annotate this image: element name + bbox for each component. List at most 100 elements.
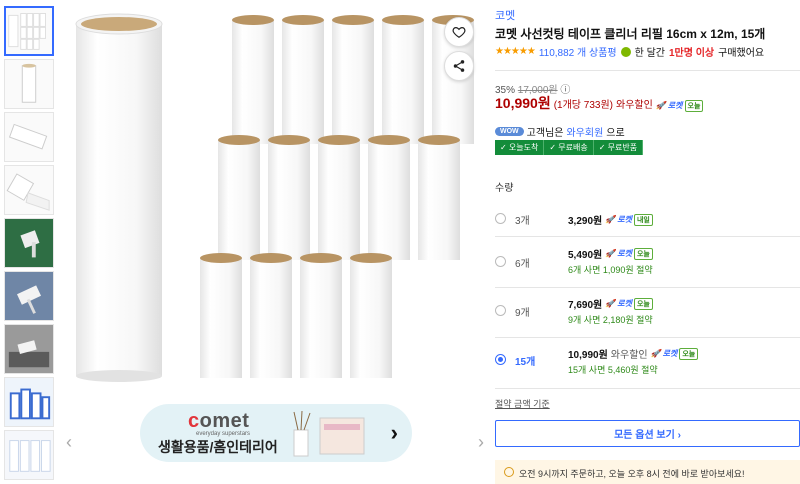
benefit-badges: ✓ 오늘도착 ✓ 무료배송 ✓ 무료반품 — [495, 140, 644, 155]
thumb-peeled-sheet[interactable] — [4, 165, 54, 215]
option-savings: 9개 사면 2,180원 절약 — [568, 315, 653, 325]
option-name: 9개 — [515, 308, 530, 319]
rocket-label: 로켓 — [662, 349, 678, 358]
option-name: 3개 — [515, 216, 530, 227]
thumb-rolls-row[interactable] — [4, 430, 54, 480]
brand-link[interactable]: 코멧 — [495, 7, 515, 23]
banner-category: 생활용품/홈인테리어 — [158, 439, 278, 455]
benefit-free-shipping: ✓ 무료배송 — [544, 140, 594, 155]
buy-count: 1만명 이상 — [668, 48, 715, 59]
wow-text-suffix: 으로 — [606, 128, 625, 139]
wow-sale-label: 와우할인 — [616, 100, 653, 111]
review-count-link[interactable]: 110,882 개 상품평 — [539, 44, 617, 59]
rocket-icon: 🚀 — [655, 101, 666, 110]
rocket-icon: 🚀 — [605, 215, 616, 224]
delivery-text: 오전 9시까지 주문하고, 오늘 오후 8시 전에 바로 받아보세요! — [519, 469, 745, 479]
wow-member-row: WOW 고객님은 와우회원 으로 — [495, 124, 625, 139]
star-rating: ★★★★★ — [495, 46, 536, 57]
rocket-day: 오늘 — [633, 247, 653, 260]
rocket-label: 로켓 — [617, 249, 632, 258]
banner-chevron-icon: › — [390, 420, 398, 445]
option-radio[interactable] — [495, 305, 506, 316]
option-name: 6개 — [515, 259, 530, 270]
option-9[interactable]: 9개 7,690원 🚀 로켓 오늘 9개 사면 2,180원 절약 — [495, 294, 800, 334]
main-product-image — [60, 0, 480, 390]
rocket-icon: 🚀 — [605, 249, 616, 258]
option-price-row: 10,990원 와우할인 🚀 로켓 오늘 — [568, 346, 699, 361]
rating-row: ★★★★★ 110,882 개 상품평 한 달간 1만명 이상 구매했어요 — [495, 44, 764, 59]
option-savings: 6개 사면 1,090원 절약 — [568, 265, 653, 275]
option-price-row: 3,290원 🚀 로켓 내일 — [568, 212, 653, 227]
option-radio-selected[interactable] — [495, 354, 506, 365]
banner-brand: comet — [188, 410, 250, 432]
view-all-options-button[interactable]: 모든 옵션 보기 › — [495, 420, 800, 447]
rocket-icon: 🚀 — [605, 299, 616, 308]
wishlist-heart-button[interactable] — [444, 17, 474, 47]
option-6[interactable]: 6개 5,490원 🚀 로켓 오늘 6개 사면 1,090원 절약 — [495, 244, 800, 284]
buy-prefix: 한 달간 — [634, 48, 665, 59]
divider — [495, 388, 800, 389]
divider — [495, 70, 800, 71]
clock-icon — [504, 467, 514, 477]
share-button[interactable] — [444, 51, 474, 81]
wow-member-link[interactable]: 와우회원 — [566, 124, 603, 139]
buy-suffix: 구매했어요 — [718, 48, 765, 59]
option-price: 5,490원 — [568, 250, 603, 261]
thumb-blue-pack[interactable] — [4, 377, 54, 427]
option-price: 3,290원 — [568, 216, 603, 227]
option-price-row: 7,690원 🚀 로켓 오늘 — [568, 296, 653, 311]
thumbnail-list — [4, 6, 56, 483]
rocket-day: 오늘 — [633, 297, 653, 310]
benefit-today-arrival: ✓ 오늘도착 — [495, 140, 545, 155]
divider — [495, 337, 800, 338]
rocket-badge: 🚀 로켓 오늘 — [655, 99, 704, 112]
option-wow-sale: 와우할인 — [610, 350, 648, 361]
rocket-label: 로켓 — [617, 215, 632, 224]
wow-badge: WOW — [495, 127, 524, 136]
rocket-badge: 🚀 로켓 오늘 — [605, 297, 653, 310]
rocket-day: 오늘 — [679, 347, 699, 360]
thumb-roll-side[interactable] — [4, 112, 54, 162]
purchase-badge-icon — [620, 46, 631, 57]
lint-roller-refills-illustration — [75, 13, 474, 382]
brand-banner[interactable]: comet everyday superstars 생활용품/홈인테리어 › — [140, 404, 412, 462]
thumb-green-fabric[interactable] — [4, 218, 54, 268]
quantity-label: 수량 — [495, 183, 514, 194]
thumb-fabric-cleaning[interactable] — [4, 271, 54, 321]
sale-price: 10,990원 — [495, 95, 551, 111]
heart-icon — [452, 27, 466, 38]
rocket-day: 오늘 — [684, 99, 704, 112]
savings-criteria-link[interactable]: 절약 금액 기준 — [495, 397, 550, 410]
banner-products-image — [293, 410, 365, 457]
product-title: 코멧 사선컷팅 테이프 클리너 리필 16cm x 12m, 15개 — [495, 27, 766, 41]
price-row: 10,990원 (1개당 733원) 와우할인 🚀 로켓 오늘 — [495, 93, 704, 113]
option-radio[interactable] — [495, 256, 506, 267]
wow-text-prefix: 고객님은 — [526, 128, 564, 139]
option-name: 15개 — [515, 357, 536, 368]
option-savings: 15개 사면 5,460원 절약 — [568, 365, 658, 375]
option-15[interactable]: 15개 10,990원 와우할인 🚀 로켓 오늘 15개 사면 5,460원 절약 — [495, 345, 800, 385]
unit-price: (1개당 733원) — [553, 100, 613, 111]
delivery-notice: 오전 9시까지 주문하고, 오늘 오후 8시 전에 바로 받아보세요! — [495, 460, 800, 484]
banner-prev-arrow[interactable]: ‹ — [66, 432, 72, 453]
rocket-badge: 🚀 로켓 오늘 — [605, 247, 653, 260]
divider — [495, 236, 800, 237]
rocket-badge: 🚀 로켓 오늘 — [650, 347, 699, 360]
rocket-label: 로켓 — [617, 299, 632, 308]
banner-next-arrow[interactable]: › — [478, 432, 484, 453]
option-radio[interactable] — [495, 213, 506, 224]
share-icon — [453, 60, 465, 72]
rocket-badge: 🚀 로켓 내일 — [605, 213, 653, 226]
divider — [495, 287, 800, 288]
rocket-label: 로켓 — [667, 101, 683, 110]
option-3[interactable]: 3개 3,290원 🚀 로켓 내일 — [495, 206, 800, 234]
option-price: 7,690원 — [568, 300, 603, 311]
option-price: 10,990원 — [568, 350, 608, 361]
rocket-day: 내일 — [633, 213, 653, 226]
thumb-all-rolls[interactable] — [4, 6, 54, 56]
benefit-free-return: ✓ 무료반품 — [593, 140, 644, 155]
thumb-single-roll[interactable] — [4, 59, 54, 109]
thumb-sofa-cleaning[interactable] — [4, 324, 54, 374]
rocket-icon: 🚀 — [650, 349, 661, 358]
option-price-row: 5,490원 🚀 로켓 오늘 — [568, 246, 653, 261]
